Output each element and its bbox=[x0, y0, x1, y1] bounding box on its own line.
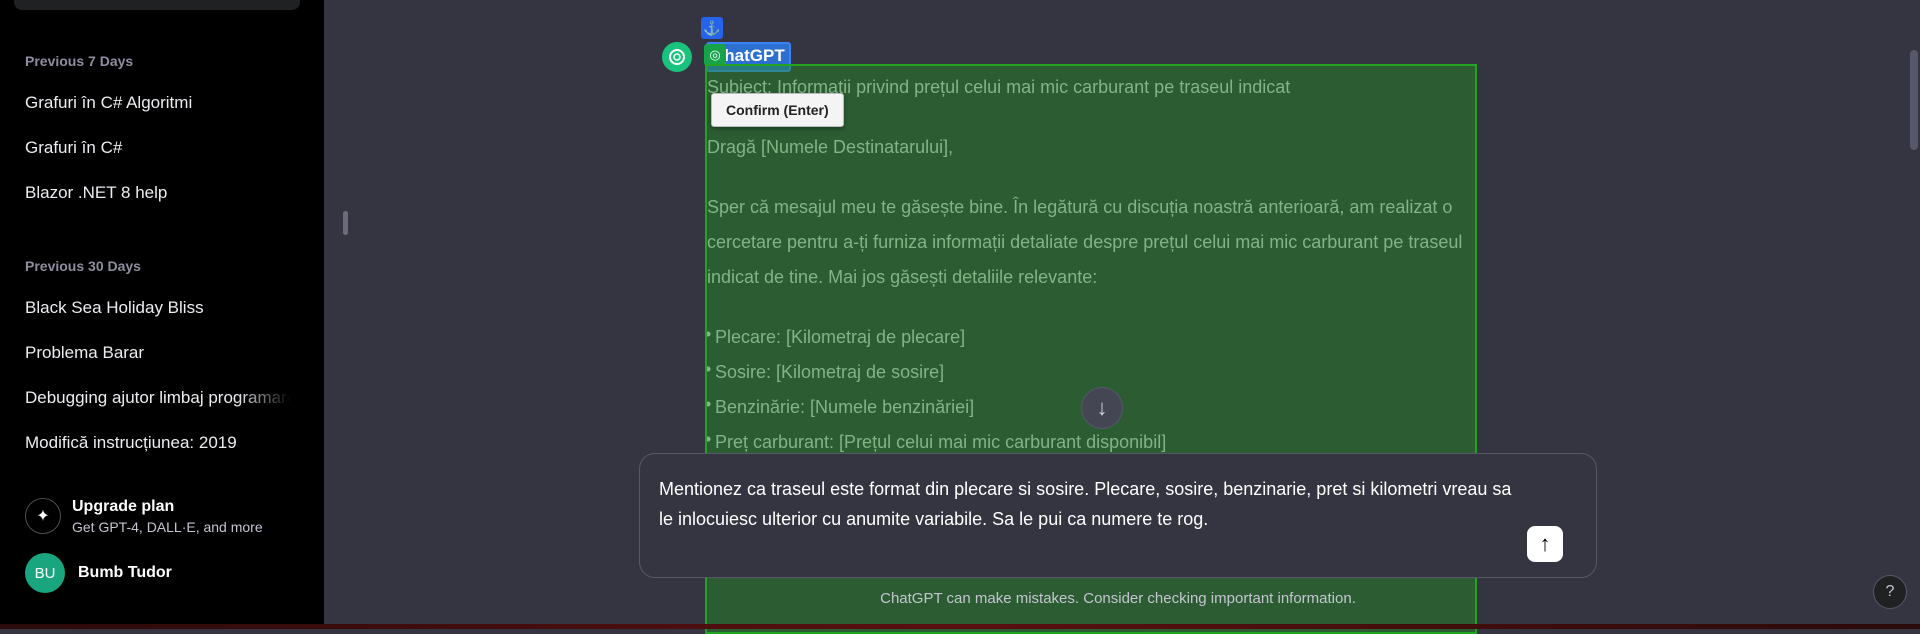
sidebar-item-black-sea[interactable]: Black Sea Holiday Bliss bbox=[25, 298, 290, 318]
sparkle-icon: ✦ bbox=[25, 498, 61, 534]
arrow-up-icon: ↑ bbox=[1539, 531, 1551, 556]
help-button[interactable]: ? bbox=[1873, 575, 1907, 609]
message-paragraph: Sper că mesajul meu te găsește bine. În … bbox=[707, 197, 1463, 287]
avatar: BU bbox=[25, 553, 65, 593]
sidebar-item-debugging[interactable]: Debugging ajutor limbaj programare bbox=[25, 388, 290, 408]
scrollbar[interactable] bbox=[1910, 50, 1918, 150]
new-chat-button[interactable] bbox=[14, 0, 300, 10]
arrow-down-icon: ↓ bbox=[1096, 395, 1108, 420]
message-bullet-list: Plecare: [Kilometraj de plecare] Sosire:… bbox=[705, 317, 1467, 460]
bottom-strip bbox=[0, 624, 1920, 629]
sidebar: Previous 7 Days Grafuri în C# Algoritmi … bbox=[0, 0, 324, 629]
upgrade-plan-button[interactable]: ✦ Upgrade plan Get GPT-4, DALL·E, and mo… bbox=[25, 494, 305, 538]
section-label-7-days: Previous 7 Days bbox=[25, 53, 134, 69]
target-icon: ◎ bbox=[704, 44, 726, 66]
anchor-icon: ⚓ bbox=[701, 17, 723, 39]
send-button[interactable]: ↑ bbox=[1527, 526, 1563, 562]
disclaimer: ChatGPT can make mistakes. Consider chec… bbox=[880, 590, 1356, 607]
upgrade-text: Upgrade plan Get GPT-4, DALL·E, and more bbox=[72, 498, 263, 535]
message-greeting: Dragă [Numele Destinatarului], bbox=[707, 137, 954, 157]
chatgpt-logo-icon bbox=[662, 42, 692, 72]
upgrade-title: Upgrade plan bbox=[72, 497, 175, 515]
sidebar-item-grafuri-algoritmi[interactable]: Grafuri în C# Algoritmi bbox=[25, 93, 290, 113]
confirm-tooltip[interactable]: Confirm (Enter) bbox=[711, 93, 844, 127]
sidebar-item-modifica[interactable]: Modifică instrucțiunea: 2019 bbox=[25, 433, 290, 453]
sidebar-toggle-handle[interactable] bbox=[343, 211, 348, 235]
user-menu[interactable]: BU Bumb Tudor bbox=[25, 553, 172, 593]
sidebar-item-grafuri[interactable]: Grafuri în C# bbox=[25, 138, 290, 158]
scroll-down-button[interactable]: ↓ bbox=[1081, 387, 1123, 429]
list-item: Sosire: [Kilometraj de sosire] bbox=[705, 352, 1467, 390]
message-input[interactable]: Mentionez ca traseul este format din ple… bbox=[659, 474, 1519, 534]
upgrade-subtitle: Get GPT-4, DALL·E, and more bbox=[72, 518, 263, 535]
section-label-30-days: Previous 30 Days bbox=[25, 258, 141, 274]
sidebar-item-problema-barar[interactable]: Problema Barar bbox=[25, 343, 290, 363]
sidebar-item-blazor[interactable]: Blazor .NET 8 help bbox=[25, 183, 290, 203]
list-item: Plecare: [Kilometraj de plecare] bbox=[705, 317, 1467, 355]
message-composer[interactable]: Mentionez ca traseul este format din ple… bbox=[639, 453, 1597, 578]
user-name: Bumb Tudor bbox=[78, 564, 172, 581]
